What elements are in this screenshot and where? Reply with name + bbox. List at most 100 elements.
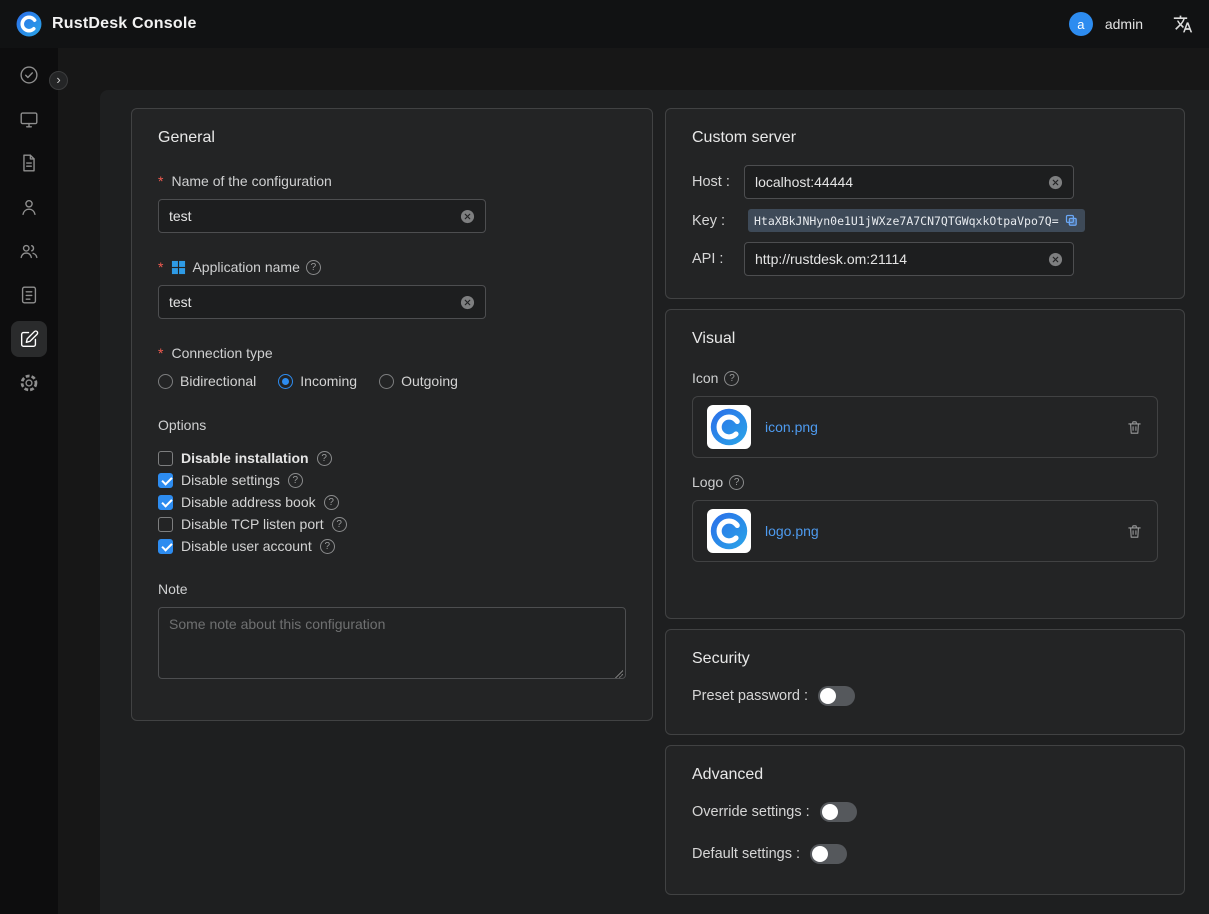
toggle-knob	[812, 846, 828, 862]
icon-file-row: icon.png	[692, 396, 1158, 458]
advanced-card: Advanced Override settings : Default set…	[665, 745, 1185, 895]
host-input[interactable]	[755, 174, 1040, 190]
check-circle-icon	[18, 64, 40, 86]
general-card: General * Name of the configuration *	[131, 108, 653, 721]
radio-bidirectional[interactable]: Bidirectional	[158, 373, 256, 389]
host-label: Host :	[692, 174, 744, 190]
sidebar-item-groups[interactable]	[11, 233, 47, 269]
required-marker: *	[158, 173, 163, 189]
logo-label: Logo ?	[692, 474, 1158, 490]
custom-server-title: Custom server	[692, 129, 1158, 147]
preset-password-toggle[interactable]	[818, 686, 855, 706]
radio-incoming[interactable]: Incoming	[278, 373, 357, 389]
api-input[interactable]	[755, 251, 1040, 267]
help-icon[interactable]: ?	[306, 260, 321, 275]
default-settings-toggle[interactable]	[810, 844, 847, 864]
config-name-input[interactable]	[169, 208, 452, 224]
required-marker: *	[158, 259, 163, 275]
logo-file-link[interactable]: logo.png	[765, 523, 819, 539]
radio-outgoing[interactable]: Outgoing	[379, 373, 458, 389]
icon-thumbnail	[707, 405, 751, 449]
sidebar-collapse-button[interactable]: ›	[49, 71, 68, 90]
radio-circle[interactable]	[278, 374, 293, 389]
security-title: Security	[692, 650, 1158, 668]
monitor-icon	[18, 108, 40, 130]
override-settings-label: Override settings :	[692, 804, 810, 820]
clear-icon[interactable]	[460, 209, 475, 224]
avatar[interactable]: a	[1069, 12, 1093, 36]
checkbox[interactable]	[158, 539, 173, 554]
document-icon	[18, 152, 40, 174]
check-disable-installation[interactable]: Disable installation ?	[158, 447, 626, 469]
trash-icon[interactable]	[1126, 523, 1143, 540]
checkbox[interactable]	[158, 517, 173, 532]
override-settings-row: Override settings :	[692, 802, 1158, 822]
checkbox[interactable]	[158, 451, 173, 466]
visual-title: Visual	[692, 330, 1158, 348]
key-row: Key : HtaXBkJNHyn0e1U1jWXze7A7CN7QTGWqxk…	[692, 209, 1158, 232]
sidebar-item-logs[interactable]	[11, 277, 47, 313]
logo-file-row: logo.png	[692, 500, 1158, 562]
api-row: API :	[692, 242, 1158, 276]
note-label: Note	[158, 581, 626, 597]
help-icon[interactable]: ?	[324, 495, 339, 510]
logo-thumbnail	[707, 509, 751, 553]
sidebar-item-users[interactable]	[11, 189, 47, 225]
clear-icon[interactable]	[1048, 252, 1063, 267]
translate-icon[interactable]	[1173, 14, 1193, 34]
check-disable-tcp-listen-port[interactable]: Disable TCP listen port ?	[158, 513, 626, 535]
copy-icon[interactable]	[1064, 213, 1079, 228]
check-disable-settings[interactable]: Disable settings ?	[158, 469, 626, 491]
advanced-title: Advanced	[692, 766, 1158, 784]
icon-file-link[interactable]: icon.png	[765, 419, 818, 435]
clear-icon[interactable]	[460, 295, 475, 310]
default-settings-row: Default settings :	[692, 844, 1158, 864]
api-field	[744, 242, 1074, 276]
sidebar-item-audit[interactable]	[11, 145, 47, 181]
trash-icon[interactable]	[1126, 419, 1143, 436]
preset-password-row: Preset password :	[692, 686, 1158, 706]
config-name-label: * Name of the configuration	[158, 173, 626, 189]
help-icon[interactable]: ?	[724, 371, 739, 386]
connection-type-label: * Connection type	[158, 345, 626, 361]
connection-type-group: Bidirectional Incoming Outgoing	[158, 373, 626, 389]
clear-icon[interactable]	[1048, 175, 1063, 190]
app-name-field	[158, 285, 486, 319]
check-disable-address-book[interactable]: Disable address book ?	[158, 491, 626, 513]
security-card: Security Preset password :	[665, 629, 1185, 735]
sidebar-item-dashboard[interactable]	[11, 57, 47, 93]
right-column: Custom server Host : Key : HtaXBkJNHyn0e…	[665, 108, 1185, 895]
required-marker: *	[158, 345, 163, 361]
api-label: API :	[692, 251, 744, 267]
username[interactable]: admin	[1105, 16, 1143, 32]
help-icon[interactable]: ?	[332, 517, 347, 532]
note-textarea[interactable]	[158, 607, 626, 679]
help-icon[interactable]: ?	[320, 539, 335, 554]
app-name-label: * Application name ?	[158, 259, 626, 275]
toggle-knob	[822, 804, 838, 820]
check-disable-user-account[interactable]: Disable user account ?	[158, 535, 626, 557]
key-value: HtaXBkJNHyn0e1U1jWXze7A7CN7QTGWqxkOtpaVp…	[754, 214, 1059, 228]
top-bar: RustDesk Console a admin	[0, 0, 1209, 48]
checkbox[interactable]	[158, 495, 173, 510]
custom-server-card: Custom server Host : Key : HtaXBkJNHyn0e…	[665, 108, 1185, 299]
key-value-chip: HtaXBkJNHyn0e1U1jWXze7A7CN7QTGWqxkOtpaVp…	[748, 209, 1085, 232]
override-settings-toggle[interactable]	[820, 802, 857, 822]
radio-circle[interactable]	[379, 374, 394, 389]
help-icon[interactable]: ?	[317, 451, 332, 466]
edit-square-icon	[18, 328, 40, 350]
options-checklist: Disable installation ? Disable settings …	[158, 447, 626, 557]
host-field	[744, 165, 1074, 199]
help-icon[interactable]: ?	[288, 473, 303, 488]
resize-handle-icon[interactable]	[614, 669, 623, 678]
gear-icon	[18, 372, 40, 394]
sidebar-item-devices[interactable]	[11, 101, 47, 137]
rustdesk-logo-icon	[16, 11, 42, 37]
checkbox[interactable]	[158, 473, 173, 488]
sidebar-item-settings[interactable]	[11, 365, 47, 401]
key-label: Key :	[692, 213, 744, 229]
sidebar-item-custom-clients[interactable]	[11, 321, 47, 357]
radio-circle[interactable]	[158, 374, 173, 389]
app-name-input[interactable]	[169, 294, 452, 310]
help-icon[interactable]: ?	[729, 475, 744, 490]
